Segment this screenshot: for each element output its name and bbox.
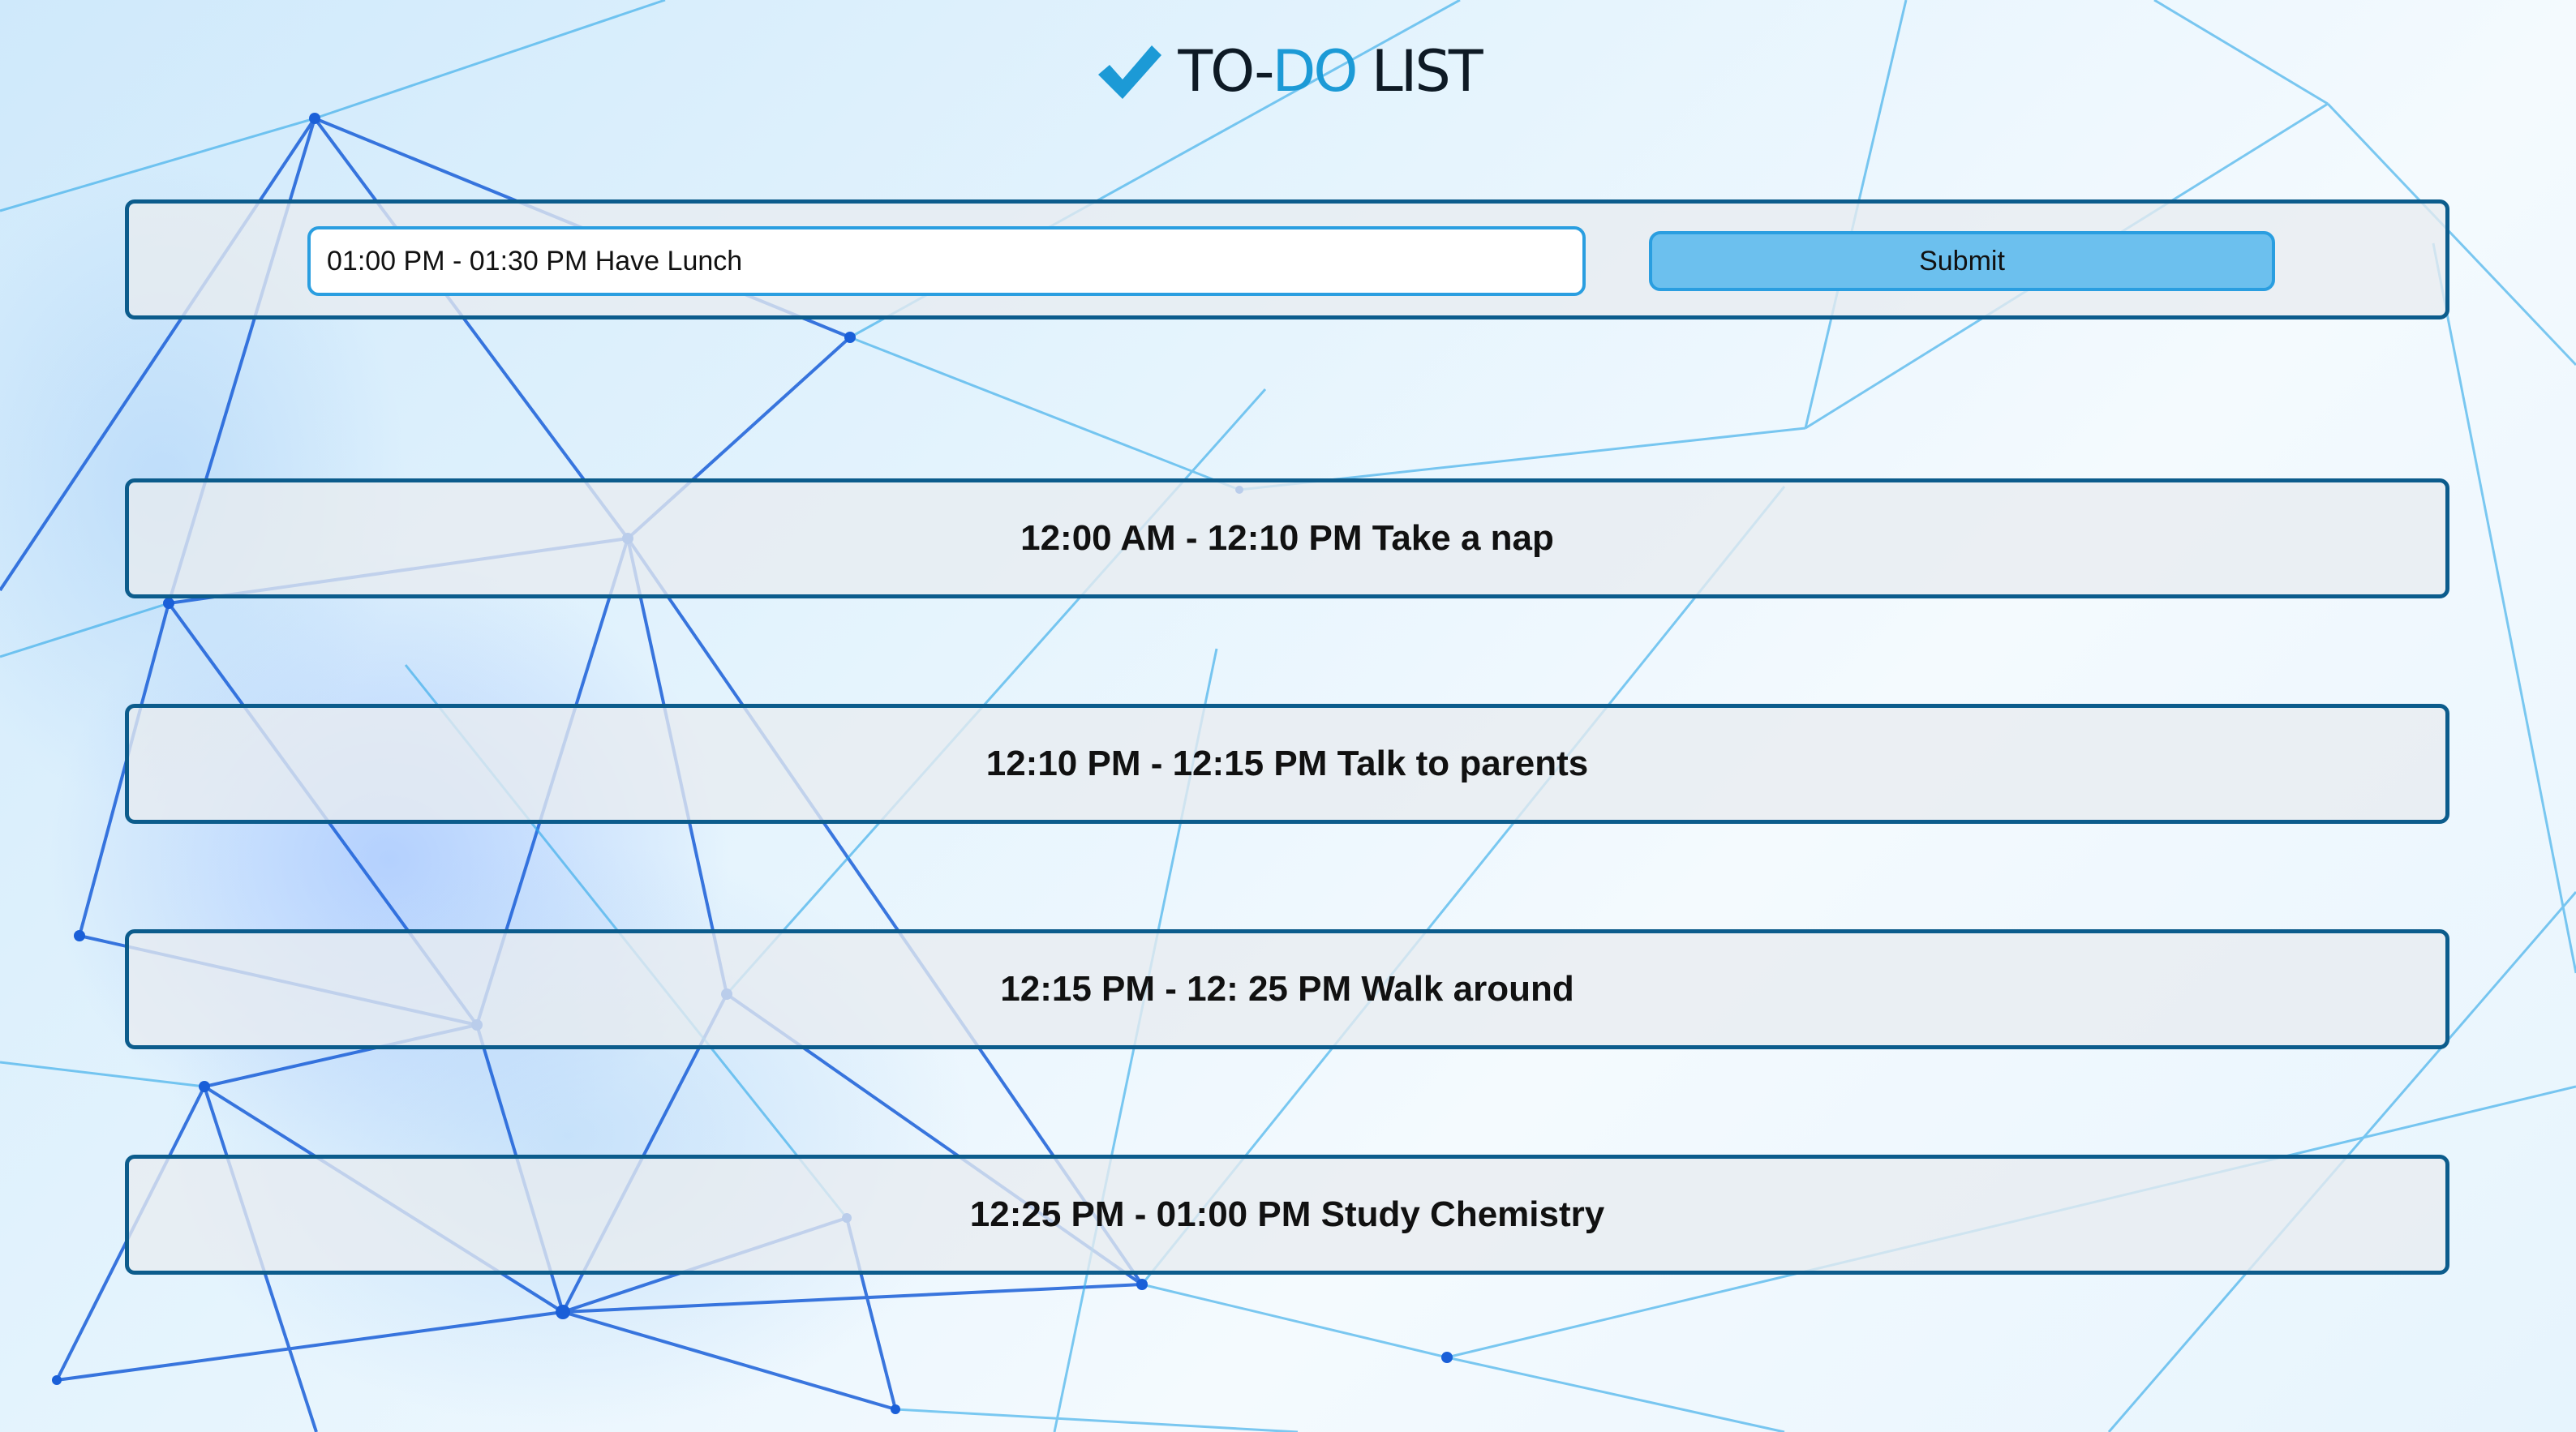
add-task-form: Submit [125,199,2449,319]
todo-item[interactable]: 12:00 AM - 12:10 PM Take a nap [125,478,2449,598]
title-part-list: LIST [1355,38,1483,105]
todo-item-text: 12:15 PM - 12: 25 PM Walk around [1000,969,1574,1009]
app-header: TO-DO LIST [0,32,2576,110]
todo-item[interactable]: 12:10 PM - 12:15 PM Talk to parents [125,704,2449,824]
todo-item[interactable]: 12:15 PM - 12: 25 PM Walk around [125,929,2449,1049]
todo-item-text: 12:00 AM - 12:10 PM Take a nap [1020,518,1554,558]
task-input[interactable] [307,226,1586,296]
page-title: TO-DO LIST [1178,38,1483,105]
title-part-to: TO- [1178,38,1274,105]
todo-item-text: 12:25 PM - 01:00 PM Study Chemistry [969,1194,1605,1234]
checkmark-icon [1098,45,1162,99]
todo-item[interactable]: 12:25 PM - 01:00 PM Study Chemistry [125,1155,2449,1275]
todo-item-text: 12:10 PM - 12:15 PM Talk to parents [985,744,1589,783]
title-part-do: DO [1272,38,1358,105]
submit-button[interactable]: Submit [1649,231,2275,291]
